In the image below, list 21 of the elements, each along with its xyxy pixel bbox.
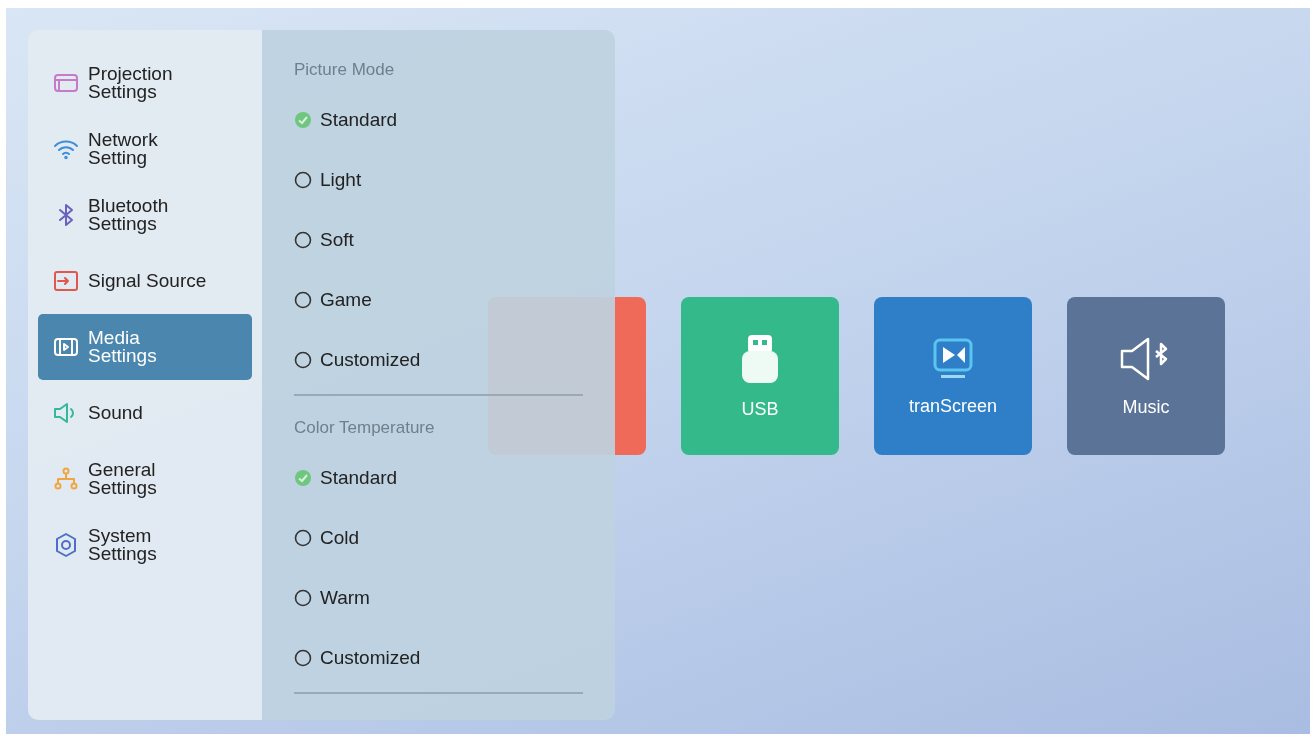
sidebar-item[interactable]: Projection Settings [38, 50, 252, 116]
sidebar-item[interactable]: General Settings [38, 446, 252, 512]
sidebar-item[interactable]: Bluetooth Settings [38, 182, 252, 248]
radio-option[interactable]: Warm [294, 568, 583, 628]
sidebar-item[interactable]: System Settings [38, 512, 252, 578]
app-tile[interactable]: Music [1067, 297, 1225, 455]
radio-option[interactable]: Standard [294, 90, 583, 150]
sidebar-item[interactable]: Signal Source [38, 248, 252, 314]
radio-option[interactable]: Game [294, 270, 583, 330]
sidebar-item[interactable]: Sound [38, 380, 252, 446]
radio-option[interactable]: Customized [294, 330, 583, 390]
radio-option[interactable]: Light [294, 150, 583, 210]
radio-option[interactable]: Standard [294, 448, 583, 508]
sidebar-item[interactable]: Media Settings [38, 314, 252, 380]
section-title: Picture Mode [294, 59, 396, 81]
radio-option[interactable]: Soft [294, 210, 583, 270]
radio-option[interactable]: Cold [294, 508, 583, 568]
section-title: Color Temperature [294, 417, 436, 439]
radio-option[interactable]: Customized [294, 628, 583, 688]
app-tile[interactable]: tranScreen [874, 297, 1032, 455]
sidebar-item[interactable]: Network Setting [38, 116, 252, 182]
